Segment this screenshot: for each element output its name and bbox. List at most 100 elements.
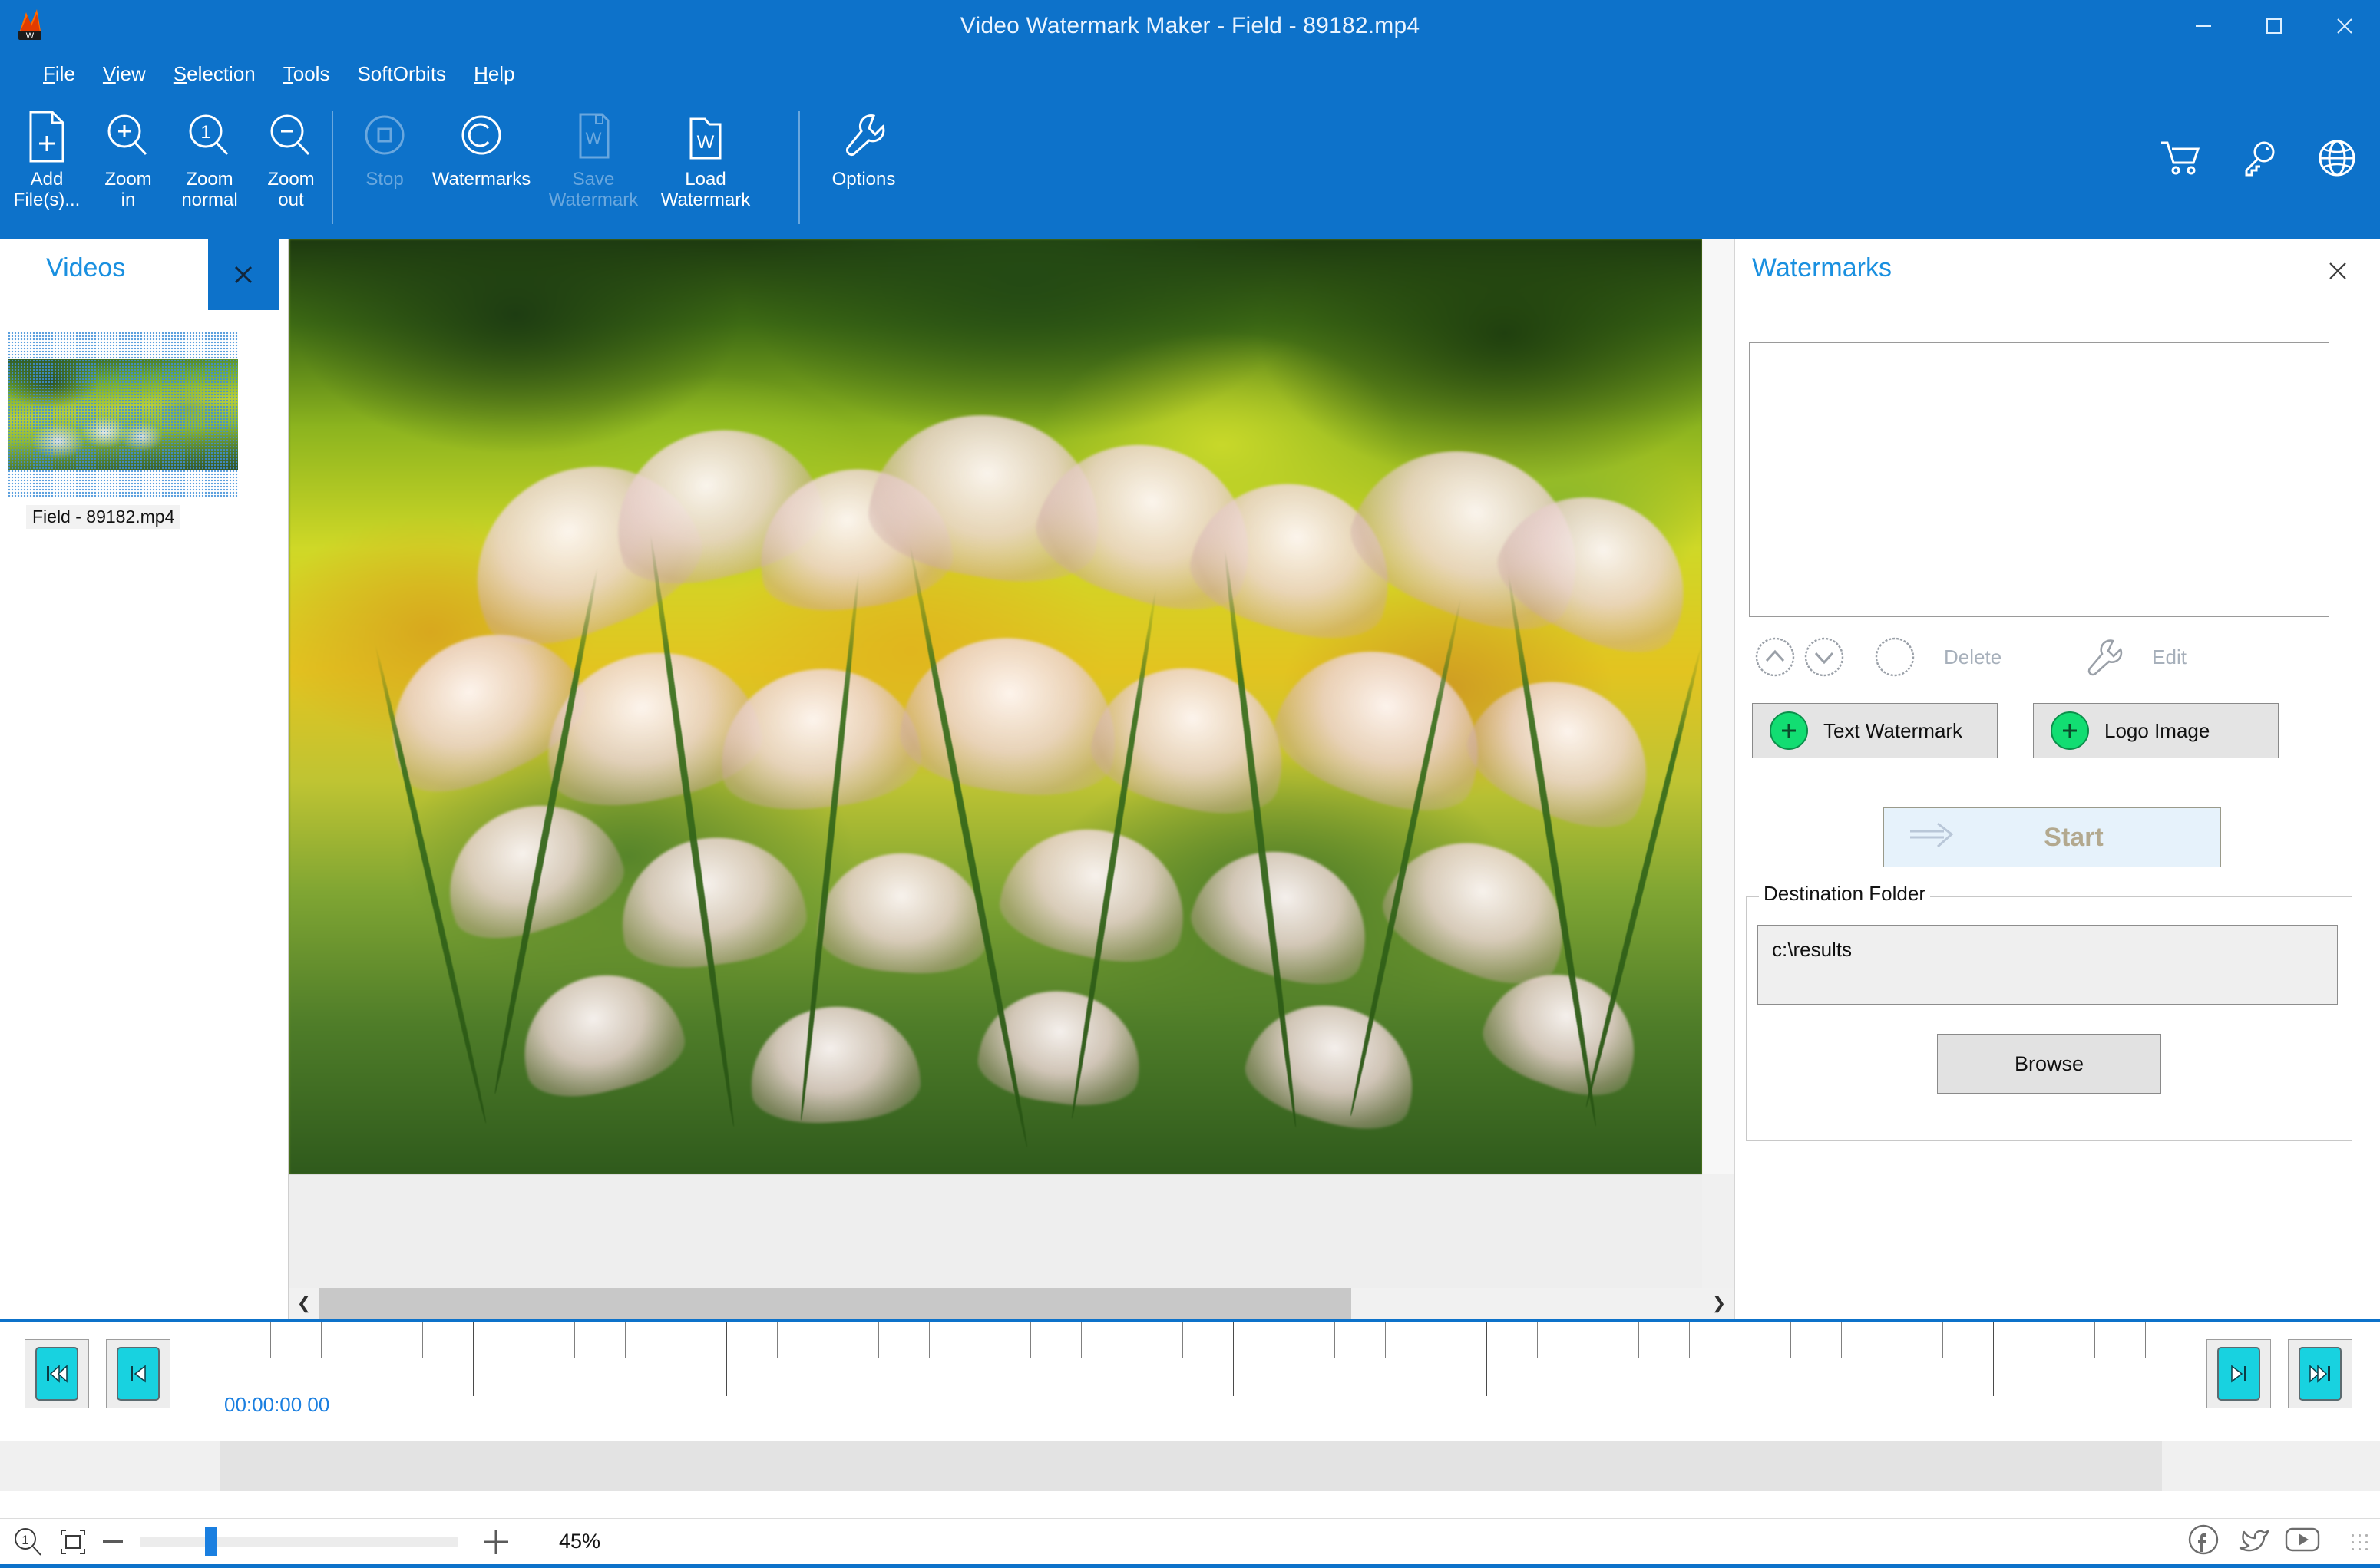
save-watermark-label-1: Save (572, 169, 615, 190)
video-filename-label: Field - 89182.mp4 (26, 505, 181, 529)
zoom-normal-button[interactable]: 1 Zoom normal (169, 95, 250, 210)
zoom-out-button[interactable]: Zoom out (250, 95, 332, 210)
destination-folder-legend: Destination Folder (1759, 882, 1930, 906)
video-thumbnail[interactable] (8, 332, 238, 497)
start-button[interactable]: Start (1883, 807, 2221, 867)
zoom-slider[interactable] (140, 1527, 458, 1556)
zoom-one-icon[interactable]: 1 (12, 1526, 45, 1558)
load-watermark-label-2: Watermark (660, 190, 751, 211)
facebook-icon[interactable] (2187, 1523, 2220, 1560)
add-watermark-buttons: Text Watermark Logo Image (1752, 703, 2359, 758)
zoom-slider-handle[interactable] (205, 1527, 217, 1556)
watermarks-panel-close-button[interactable] (2320, 253, 2355, 289)
save-watermark-button[interactable]: W Save Watermark (537, 95, 650, 210)
options-button[interactable]: Options (808, 95, 920, 190)
menu-tools-label: ools (293, 61, 330, 85)
go-to-start-button[interactable] (25, 1339, 89, 1408)
add-logo-image-label: Logo Image (2104, 718, 2210, 742)
stop-icon (361, 109, 408, 164)
timeline-track[interactable] (0, 1441, 2380, 1491)
preview-right-gutter (1703, 239, 1734, 1174)
zoom-normal-icon: 1 (186, 109, 233, 164)
previous-frame-button[interactable] (106, 1339, 170, 1408)
resize-grip-icon[interactable] (2349, 1531, 2369, 1552)
scrollbar-track[interactable] (319, 1288, 1704, 1319)
toolbar-separator-2 (798, 111, 800, 224)
zoom-in-button[interactable]: Zoom in (88, 95, 169, 210)
step-forward-icon (2217, 1347, 2260, 1401)
timeline-ruler[interactable] (220, 1322, 2188, 1441)
add-text-watermark-label: Text Watermark (1823, 718, 1963, 742)
load-watermark-button[interactable]: W Load Watermark (650, 95, 762, 210)
destination-folder-input[interactable]: c:\results (1757, 925, 2338, 1005)
chevron-left-icon[interactable]: ❮ (289, 1288, 319, 1319)
menu-view[interactable]: View (89, 58, 160, 91)
zoom-in-icon[interactable] (481, 1527, 511, 1557)
add-file-icon (25, 109, 69, 164)
scrollbar-thumb[interactable] (319, 1288, 1351, 1319)
key-icon[interactable] (2240, 139, 2279, 181)
svg-text:1: 1 (200, 122, 210, 143)
plus-circle-icon (2051, 711, 2089, 750)
video-list: Field - 89182.mp4 (8, 332, 240, 529)
video-frame-image[interactable] (289, 239, 1702, 1174)
menu-file[interactable]: File (29, 58, 89, 91)
add-files-button[interactable]: Add File(s)... (6, 95, 88, 210)
add-files-label-1: Add (30, 169, 64, 190)
load-watermark-icon: W (682, 109, 729, 164)
destination-folder-group: Destination Folder c:\results Browse (1746, 882, 2352, 1141)
go-to-end-button[interactable] (2288, 1339, 2352, 1408)
zoom-percent-label: 45% (559, 1530, 601, 1553)
zoom-in-icon (104, 109, 152, 164)
move-up-button[interactable] (1750, 632, 1800, 682)
browse-button[interactable]: Browse (1937, 1034, 2161, 1094)
menu-bar: File View Selection Tools SoftOrbits Hel… (0, 52, 2380, 95)
plus-circle-icon (1770, 711, 1808, 750)
zoom-in-label-2: in (121, 190, 136, 211)
timeline: 00:00:00 00 (0, 1319, 2380, 1518)
zoom-out-icon (267, 109, 315, 164)
watermarks-list[interactable] (1749, 342, 2329, 617)
menu-selection[interactable]: Selection (160, 58, 269, 91)
wrench-icon[interactable] (2078, 632, 2127, 682)
menu-tools[interactable]: Tools (269, 58, 344, 91)
delete-icon[interactable] (1870, 632, 1919, 682)
youtube-icon[interactable] (2283, 1524, 2322, 1559)
videos-panel: Videos Field - 89182.mp4 (2, 239, 289, 1319)
menu-help-label: elp (488, 61, 515, 85)
chevron-right-icon[interactable]: ❯ (1704, 1288, 1734, 1319)
watermarks-button[interactable]: Watermarks (425, 95, 537, 190)
step-back-icon (117, 1347, 160, 1401)
videos-panel-close-button[interactable] (208, 239, 279, 310)
svg-text:W: W (586, 129, 602, 148)
skip-to-end-icon (2299, 1347, 2342, 1401)
skip-to-start-icon (35, 1347, 78, 1401)
next-frame-button[interactable] (2206, 1339, 2271, 1408)
twitter-icon[interactable] (2234, 1523, 2269, 1560)
shopping-cart-icon[interactable] (2159, 139, 2202, 181)
maximize-button[interactable] (2239, 0, 2309, 52)
preview-horizontal-scrollbar[interactable]: ❮ ❯ (289, 1288, 1734, 1319)
add-text-watermark-button[interactable]: Text Watermark (1752, 703, 1998, 758)
minimize-button[interactable] (2168, 0, 2239, 52)
title-bar: W Video Watermark Maker - Field - 89182.… (0, 0, 2380, 52)
window-controls (2168, 0, 2380, 52)
menu-softorbits-label: SoftOrbits (357, 61, 447, 85)
fit-to-window-icon[interactable] (57, 1526, 89, 1558)
stop-button[interactable]: Stop (344, 95, 425, 190)
globe-icon[interactable] (2317, 138, 2357, 182)
menu-selection-label: election (187, 61, 256, 85)
menu-view-label: iew (115, 61, 146, 85)
zoom-normal-label-1: Zoom (186, 169, 233, 190)
close-button[interactable] (2309, 0, 2380, 52)
delete-button[interactable]: Delete (1936, 632, 2009, 682)
menu-help[interactable]: Help (460, 58, 528, 91)
zoom-out-icon[interactable] (100, 1529, 126, 1555)
save-watermark-icon: W (570, 109, 617, 164)
video-preview-area: ❮ ❯ (289, 239, 1734, 1319)
add-logo-image-button[interactable]: Logo Image (2033, 703, 2279, 758)
menu-softorbits[interactable]: SoftOrbits (343, 58, 460, 91)
list-item[interactable]: Field - 89182.mp4 (8, 332, 240, 529)
move-down-button[interactable] (1800, 632, 1849, 682)
edit-button[interactable]: Edit (2144, 632, 2194, 682)
